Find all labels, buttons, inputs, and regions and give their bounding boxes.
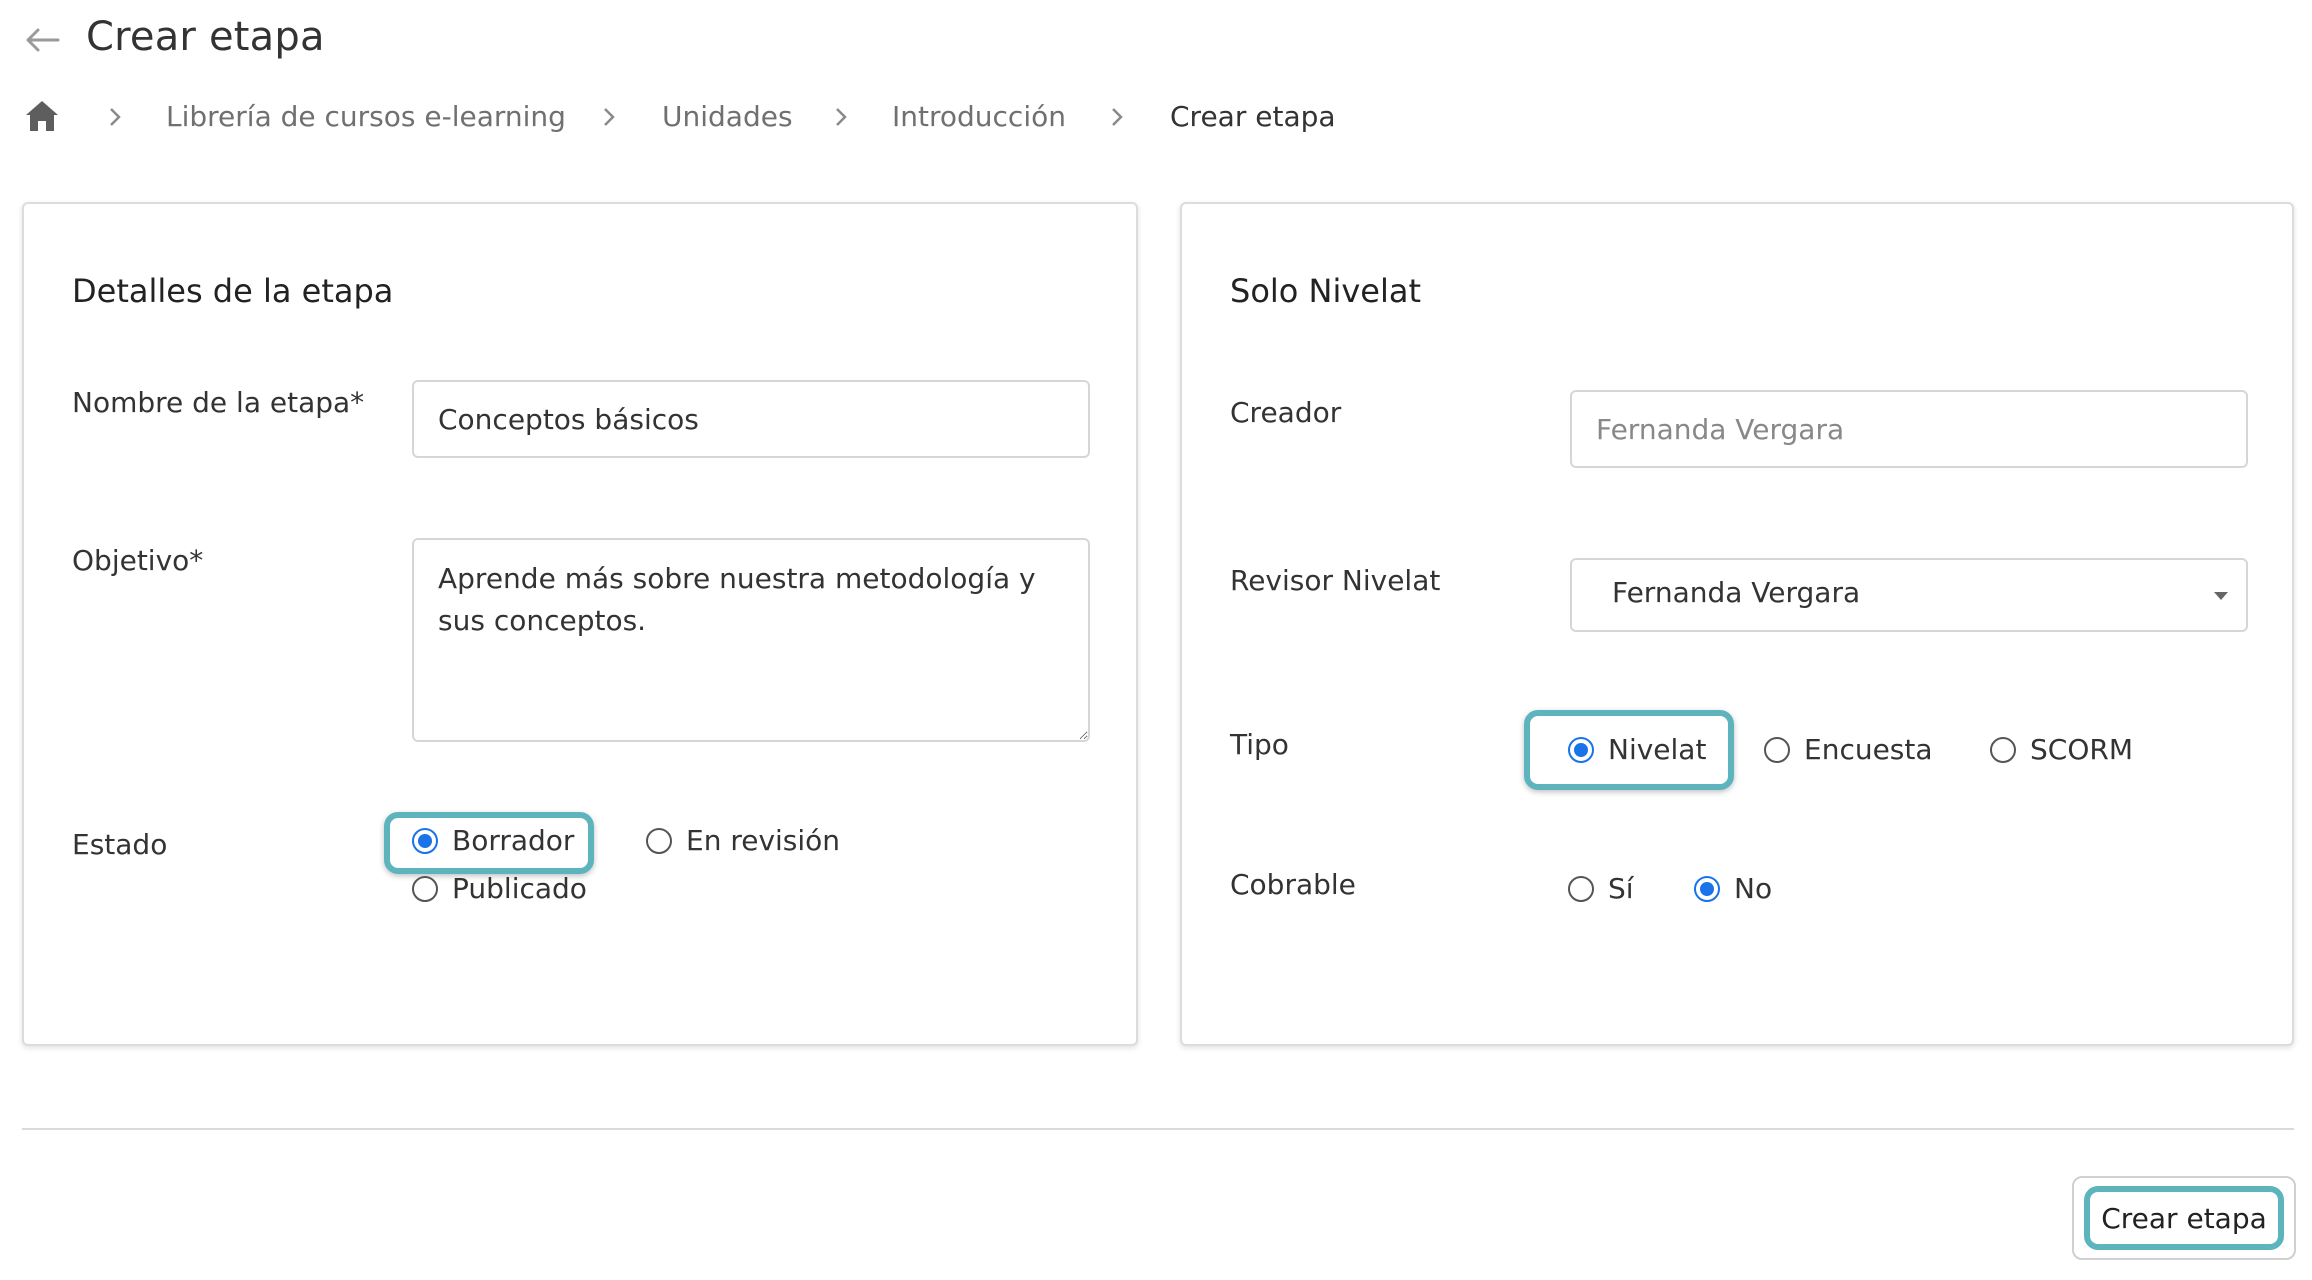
home-icon[interactable]: [24, 98, 60, 134]
reviewer-select[interactable]: Fernanda Vergara: [1570, 558, 2248, 632]
type-option-nivelat[interactable]: Nivelat: [1568, 733, 1706, 766]
type-label: Tipo: [1230, 728, 1289, 761]
type-option-survey[interactable]: Encuesta: [1764, 733, 1933, 766]
objective-label: Objetivo*: [72, 544, 204, 577]
radio-unchecked-icon: [1568, 875, 1594, 902]
billable-option-yes[interactable]: Sí: [1568, 872, 1634, 905]
reviewer-selected-value: Fernanda Vergara: [1612, 576, 1861, 609]
status-option-published[interactable]: Publicado: [412, 872, 587, 905]
objective-textarea[interactable]: Aprende más sobre nuestra metodología y …: [412, 538, 1090, 742]
breadcrumb-item-units[interactable]: Unidades: [662, 100, 793, 133]
chevron-right-icon: [1112, 108, 1123, 126]
radio-checked-icon: [1568, 736, 1594, 763]
radio-unchecked-icon: [646, 827, 672, 854]
stage-name-input[interactable]: [412, 380, 1090, 458]
chevron-right-icon: [110, 108, 121, 126]
reviewer-label: Revisor Nivelat: [1230, 564, 1441, 597]
billable-label: Cobrable: [1230, 868, 1356, 901]
radio-unchecked-icon: [412, 875, 438, 902]
creator-label: Creador: [1230, 396, 1342, 429]
radio-label: Encuesta: [1804, 733, 1933, 766]
radio-checked-icon: [412, 827, 438, 854]
status-option-draft[interactable]: Borrador: [412, 824, 574, 857]
breadcrumb-item-library[interactable]: Librería de cursos e-learning: [166, 100, 566, 133]
type-option-scorm[interactable]: SCORM: [1990, 733, 2133, 766]
radio-label: Sí: [1608, 872, 1634, 905]
radio-label: Publicado: [452, 872, 587, 905]
radio-label: No: [1734, 872, 1773, 905]
status-option-in-review[interactable]: En revisión: [646, 824, 840, 857]
radio-label: SCORM: [2030, 733, 2133, 766]
chevron-right-icon: [604, 108, 615, 126]
caret-down-icon: [2214, 592, 2228, 600]
billable-option-no[interactable]: No: [1694, 872, 1772, 905]
radio-unchecked-icon: [1990, 736, 2016, 763]
radio-label: En revisión: [686, 824, 841, 857]
radio-label: Borrador: [452, 824, 575, 857]
radio-unchecked-icon: [1764, 736, 1790, 763]
page-title: Crear etapa: [86, 14, 325, 60]
stage-details-title: Detalles de la etapa: [72, 272, 394, 310]
stage-name-label: Nombre de la etapa*: [72, 386, 365, 419]
status-label: Estado: [72, 828, 168, 861]
radio-checked-icon: [1694, 875, 1720, 902]
breadcrumb-item-current: Crear etapa: [1170, 100, 1336, 133]
nivelat-only-title: Solo Nivelat: [1230, 272, 1422, 310]
back-arrow-icon[interactable]: [22, 20, 62, 60]
footer-divider: [22, 1128, 2294, 1130]
chevron-right-icon: [836, 108, 847, 126]
create-stage-button[interactable]: Crear etapa: [2072, 1176, 2296, 1260]
create-stage-button-label: Crear etapa: [2084, 1186, 2284, 1250]
breadcrumb-item-introduction[interactable]: Introducción: [892, 100, 1066, 133]
creator-input[interactable]: [1570, 390, 2248, 468]
radio-label: Nivelat: [1608, 733, 1707, 766]
